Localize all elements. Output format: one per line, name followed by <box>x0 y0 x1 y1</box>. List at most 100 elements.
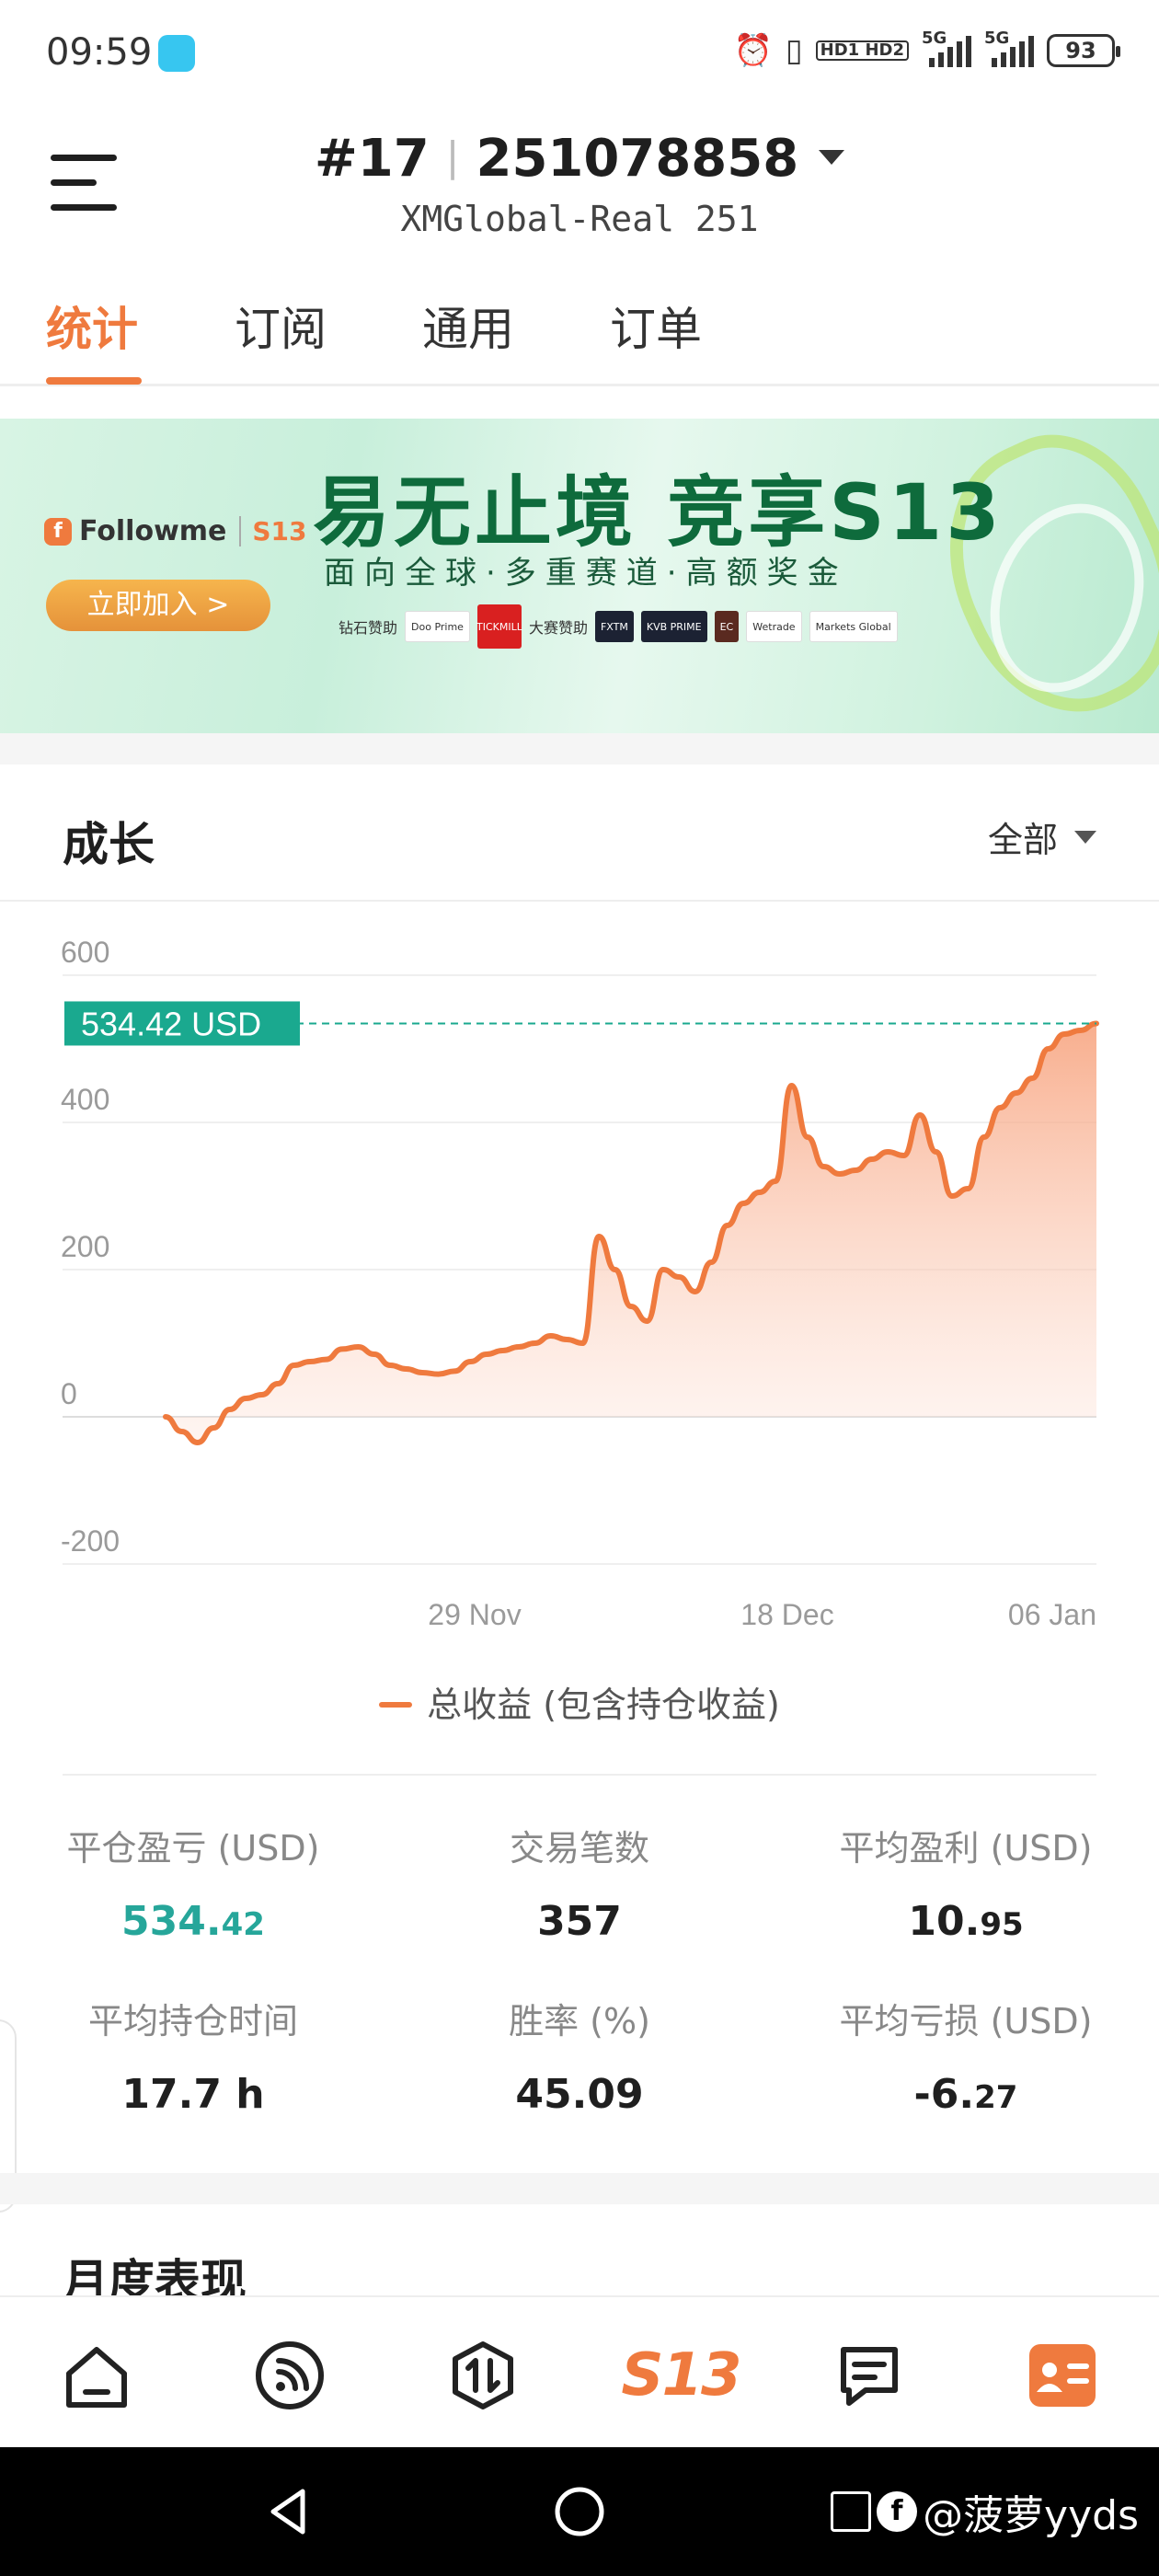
caret-down-icon <box>1074 830 1096 844</box>
vibrate-icon: ▯ <box>785 32 803 69</box>
y-tick-label: 400 <box>61 1083 109 1116</box>
stat-avg-hold-time: 平均持仓时间 17.7 h <box>18 1993 368 2118</box>
battery-icon: 93 <box>1047 34 1120 67</box>
x-tick-label: 06 Jan <box>1008 1598 1096 1631</box>
sponsor-logo: EC <box>714 611 740 642</box>
join-now-button[interactable]: 立即加入 > <box>46 580 270 631</box>
account-id: 251078858 <box>476 129 799 189</box>
stat-trade-count: 交易笔数 357 <box>405 1820 754 1945</box>
sponsor-label: 大赛赞助 <box>528 619 588 637</box>
alarm-icon: ⏰ <box>733 32 773 69</box>
home-circle-icon[interactable] <box>552 2484 607 2539</box>
tab-subscribe[interactable]: 订阅 <box>235 293 327 359</box>
active-tab-indicator <box>46 377 142 385</box>
current-value-text: 534.42 USD <box>81 1005 261 1042</box>
sponsor-logo: Doo Prime <box>405 611 470 642</box>
y-tick-label: 0 <box>61 1377 77 1410</box>
growth-range-value: 全部 <box>987 820 1058 860</box>
stat-label: 平仓盈亏 (USD) <box>66 1828 320 1869</box>
sponsor-logo: KVB PRIME <box>640 611 707 642</box>
growth-chart[interactable]: 600 400 200 0 -200 29 Nov 18 Dec 06 Jan 534.42… <box>0 938 1159 1674</box>
stat-value: -6.27 <box>913 2071 1018 2118</box>
legend-swatch <box>379 1702 413 1708</box>
status-time: 09:59 <box>46 31 153 74</box>
section-title-growth: 成长 <box>63 818 155 871</box>
account-selector[interactable]: #17 | 251078858 <box>0 129 1159 189</box>
stat-avg-profit: 平均盈利 (USD) 10.95 <box>791 1820 1141 1945</box>
tab-general[interactable]: 通用 <box>422 293 514 359</box>
sponsor-logo: Markets Global <box>809 611 898 642</box>
section-divider <box>63 1774 1096 1776</box>
y-tick-label: 200 <box>61 1230 109 1263</box>
stat-value: 534.42 <box>121 1898 265 1945</box>
trade-icon <box>453 2341 513 2409</box>
stat-closed-pnl: 平仓盈亏 (USD) 534.42 <box>18 1820 368 1945</box>
account-rank: #17 <box>314 129 430 189</box>
status-bar: 09:59 ⏰ ▯ HD1 HD2 5G 5G 93 <box>0 0 1159 110</box>
hd-badge: HD1 HD2 <box>815 40 909 61</box>
stat-label: 平均亏损 (USD) <box>839 2001 1093 2041</box>
stat-value: 357 <box>537 1898 622 1945</box>
nav-feed[interactable] <box>248 2334 331 2417</box>
stat-label: 胜率 (%) <box>509 2001 650 2041</box>
series-area <box>166 1023 1096 1443</box>
s13-icon: S13 <box>621 2341 741 2409</box>
app-notification-icon <box>158 35 195 72</box>
banner-sponsors: 钻石赞助 Doo Prime TICKMILL 大赛赞助 FXTM KVB PR… <box>339 604 898 649</box>
home-icon <box>66 2347 127 2408</box>
section-divider <box>0 900 1159 902</box>
chart-legend: 总收益 (包含持仓收益) <box>0 1676 1159 1727</box>
nav-trade[interactable] <box>442 2334 524 2417</box>
status-icons: ⏰ ▯ HD1 HD2 5G 5G 93 <box>733 28 1120 74</box>
sponsor-label: 钻石赞助 <box>339 619 398 637</box>
nav-messages[interactable] <box>828 2334 911 2417</box>
feed-icon <box>256 2341 324 2409</box>
followme-logo-icon: f <box>44 517 72 546</box>
server-name: XMGlobal-Real 251 <box>400 199 759 239</box>
tab-orders[interactable]: 订单 <box>610 293 702 359</box>
brand-tag: S13 <box>239 516 307 546</box>
facebook-icon: f <box>877 2491 918 2532</box>
stat-label: 平均盈利 (USD) <box>839 1828 1093 1869</box>
caret-down-icon <box>819 150 845 165</box>
current-value-label: 534.42 USD <box>64 1001 300 1046</box>
stat-label: 交易笔数 <box>509 1828 649 1869</box>
y-tick-label: -200 <box>61 1524 120 1558</box>
recent-apps-icon <box>831 2491 872 2532</box>
stat-win-rate: 胜率 (%) 45.09 <box>405 1993 754 2118</box>
promo-banner[interactable]: f Followme S13 立即加入 > 易无止境 竞享S13 面向全球·多重… <box>0 419 1159 733</box>
network-type: 5G <box>984 29 1010 48</box>
stat-avg-loss: 平均亏损 (USD) -6.27 <box>791 1993 1141 2118</box>
legend-label: 总收益 (包含持仓收益) <box>427 1685 780 1725</box>
brand-name: Followme <box>79 515 227 547</box>
nav-home[interactable] <box>55 2334 138 2417</box>
banner-subtitle: 面向全球·多重赛道·高额奖金 <box>324 555 848 592</box>
bottom-nav: S13 <box>0 2295 1159 2447</box>
stat-value: 17.7 h <box>121 2071 265 2118</box>
network-type: 5G <box>922 29 947 48</box>
message-icon <box>841 2347 898 2406</box>
sponsor-logo: FXTM <box>594 611 634 642</box>
signal-icon: 5G <box>984 29 1034 67</box>
y-tick-label: 600 <box>61 938 109 969</box>
signal-icon: 5G <box>922 29 971 67</box>
stat-label: 平均持仓时间 <box>87 2001 298 2041</box>
section-divider <box>0 733 1159 765</box>
tab-bar: 统计 订阅 通用 订单 <box>0 285 1159 386</box>
x-tick-label: 29 Nov <box>428 1598 521 1631</box>
banner-brand: f Followme S13 <box>44 515 307 547</box>
tab-stats[interactable]: 统计 <box>46 293 138 359</box>
back-icon[interactable] <box>262 2484 317 2539</box>
stat-value: 45.09 <box>515 2071 644 2118</box>
section-divider <box>0 2173 1159 2204</box>
banner-title: 易无止境 竞享S13 <box>313 467 1004 558</box>
nav-profile[interactable] <box>1021 2334 1104 2417</box>
sponsor-logo: Wetrade <box>746 611 802 642</box>
sponsor-logo: TICKMILL <box>476 604 522 649</box>
watermark-text: @菠萝yyds <box>923 2492 1139 2539</box>
growth-range-dropdown[interactable]: 全部 <box>988 811 1096 862</box>
nav-s13[interactable]: S13 <box>621 2334 741 2417</box>
watermark: f @菠萝yyds <box>831 2482 1139 2541</box>
x-tick-label: 18 Dec <box>740 1598 833 1631</box>
stat-value: 10.95 <box>908 1898 1024 1945</box>
